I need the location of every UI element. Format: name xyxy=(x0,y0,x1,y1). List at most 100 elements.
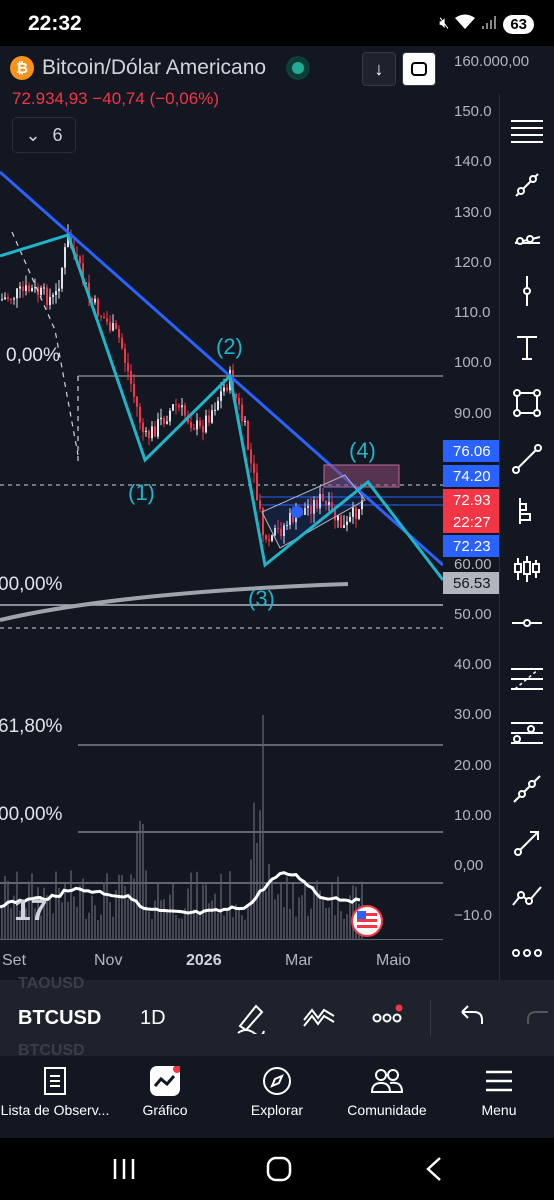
symbol-title[interactable]: Bitcoin/Dólar Americano xyxy=(42,56,266,80)
volume-bar xyxy=(148,911,150,940)
volume-bar xyxy=(226,907,228,940)
arrow-line-icon[interactable] xyxy=(510,826,544,860)
fib-retracement-icon[interactable] xyxy=(510,662,544,696)
back-icon[interactable] xyxy=(424,1156,444,1187)
drawings-toolbar-icon[interactable] xyxy=(302,1002,336,1035)
candle-body xyxy=(352,507,354,517)
volume-bar xyxy=(139,820,141,940)
volume-bar xyxy=(295,916,297,940)
ohlc-icon[interactable] xyxy=(510,494,544,528)
horizontal-line-icon[interactable] xyxy=(510,606,544,640)
candle-body xyxy=(16,288,18,299)
wave-label-4: (4) xyxy=(349,438,376,463)
segment-icon[interactable] xyxy=(510,442,544,476)
candle-body xyxy=(40,287,42,296)
home-icon[interactable] xyxy=(266,1156,292,1187)
chart-plot[interactable]: 17 (1) (2) (3) (4) 0,00% 00,00% 61,80% 0… xyxy=(0,46,443,940)
candle-body xyxy=(346,521,348,526)
status-icons: 🔇︎ 63 xyxy=(439,12,534,36)
nav-explore[interactable]: Explorar xyxy=(222,1066,332,1118)
volume-bar xyxy=(76,906,78,940)
signal-icon xyxy=(481,14,497,35)
volume-bar xyxy=(328,907,330,940)
nav-watchlist[interactable]: Lista de Observ... xyxy=(0,1066,110,1118)
candle-body xyxy=(340,515,342,528)
nav-community[interactable]: Comunidade xyxy=(332,1066,442,1118)
candle-body xyxy=(253,463,255,473)
candle-body xyxy=(43,287,45,289)
rectangle-icon[interactable] xyxy=(510,386,544,420)
vertical-line-icon[interactable] xyxy=(510,274,544,308)
candle-body xyxy=(211,410,213,423)
volume-bar xyxy=(325,908,327,940)
candle-body xyxy=(349,516,351,522)
download-icon[interactable]: ↓ xyxy=(362,52,396,86)
x-tick: Set xyxy=(2,952,27,969)
candles-icon[interactable] xyxy=(510,552,544,586)
timeframe-selector[interactable]: 1D xyxy=(140,1007,166,1030)
nav-menu[interactable]: Menu xyxy=(444,1066,554,1118)
nav-label: Explorar xyxy=(250,1102,304,1118)
candle-body xyxy=(184,405,186,416)
ray-icon[interactable] xyxy=(510,218,544,252)
volume-bar xyxy=(307,915,309,940)
indicators-toggle[interactable]: ⌄ 6 xyxy=(12,117,76,153)
volume-bar xyxy=(151,918,153,940)
volume-bar xyxy=(196,871,198,940)
redo-icon[interactable] xyxy=(526,1004,554,1035)
symbol-header[interactable]: ₿ Bitcoin/Dólar Americano xyxy=(10,56,311,80)
candle-body xyxy=(7,297,9,299)
candle-body xyxy=(244,421,246,423)
x-tick: Maio xyxy=(376,952,411,969)
candle-body xyxy=(94,298,96,303)
battery-indicator: 63 xyxy=(503,14,534,34)
candle-body xyxy=(115,323,117,330)
symbol-selector[interactable]: BTCUSD xyxy=(18,1007,101,1030)
trend-line-icon[interactable] xyxy=(510,168,544,202)
symbol-prev[interactable]: TAOUSD xyxy=(18,975,84,993)
recents-icon[interactable] xyxy=(112,1158,136,1185)
market-status-icon[interactable] xyxy=(286,56,311,80)
candle-body xyxy=(268,539,270,541)
volume-bar xyxy=(124,886,126,940)
volume-bar xyxy=(256,842,258,940)
candle-body xyxy=(220,391,222,401)
volume-bars xyxy=(1,715,363,940)
volume-bar xyxy=(181,918,183,940)
system-nav-bar xyxy=(0,1138,554,1200)
candle-body xyxy=(19,286,21,289)
more-tools-icon[interactable] xyxy=(510,936,544,970)
candle-body xyxy=(145,430,147,433)
countdown-tag: 22:27 xyxy=(443,511,499,533)
nav-chart[interactable]: Gráfico xyxy=(110,1066,220,1118)
path-icon[interactable] xyxy=(510,880,544,914)
chart-icon xyxy=(150,1066,180,1096)
volume-bar xyxy=(154,900,156,940)
candle-body xyxy=(100,315,102,317)
volume-bar xyxy=(7,880,9,940)
text-icon[interactable] xyxy=(510,330,544,364)
extended-line-icon[interactable] xyxy=(510,772,544,806)
volume-bar xyxy=(331,883,333,940)
candle-body xyxy=(247,421,249,450)
pitchfork-icon[interactable] xyxy=(510,716,544,750)
candle-body xyxy=(157,419,159,437)
candle-body xyxy=(265,535,267,540)
candle-body xyxy=(193,427,195,430)
draw-pencil-icon[interactable] xyxy=(236,1000,266,1039)
more-options-icon[interactable] xyxy=(372,1004,406,1033)
candle-body xyxy=(52,294,54,297)
undo-icon[interactable] xyxy=(456,1004,484,1035)
candle-body xyxy=(250,449,252,464)
fullscreen-icon[interactable] xyxy=(402,52,436,86)
candle-body xyxy=(358,509,360,519)
volume-bar xyxy=(232,917,234,940)
mute-icon: 🔇︎ xyxy=(439,15,450,32)
candle-body xyxy=(208,415,210,423)
candle-body xyxy=(172,404,174,411)
watchlist-icon xyxy=(44,1067,66,1095)
lines-menu-icon[interactable] xyxy=(510,114,544,148)
candle-body xyxy=(223,387,225,392)
nav-label: Comunidade xyxy=(347,1102,427,1118)
candle-body xyxy=(178,405,180,408)
